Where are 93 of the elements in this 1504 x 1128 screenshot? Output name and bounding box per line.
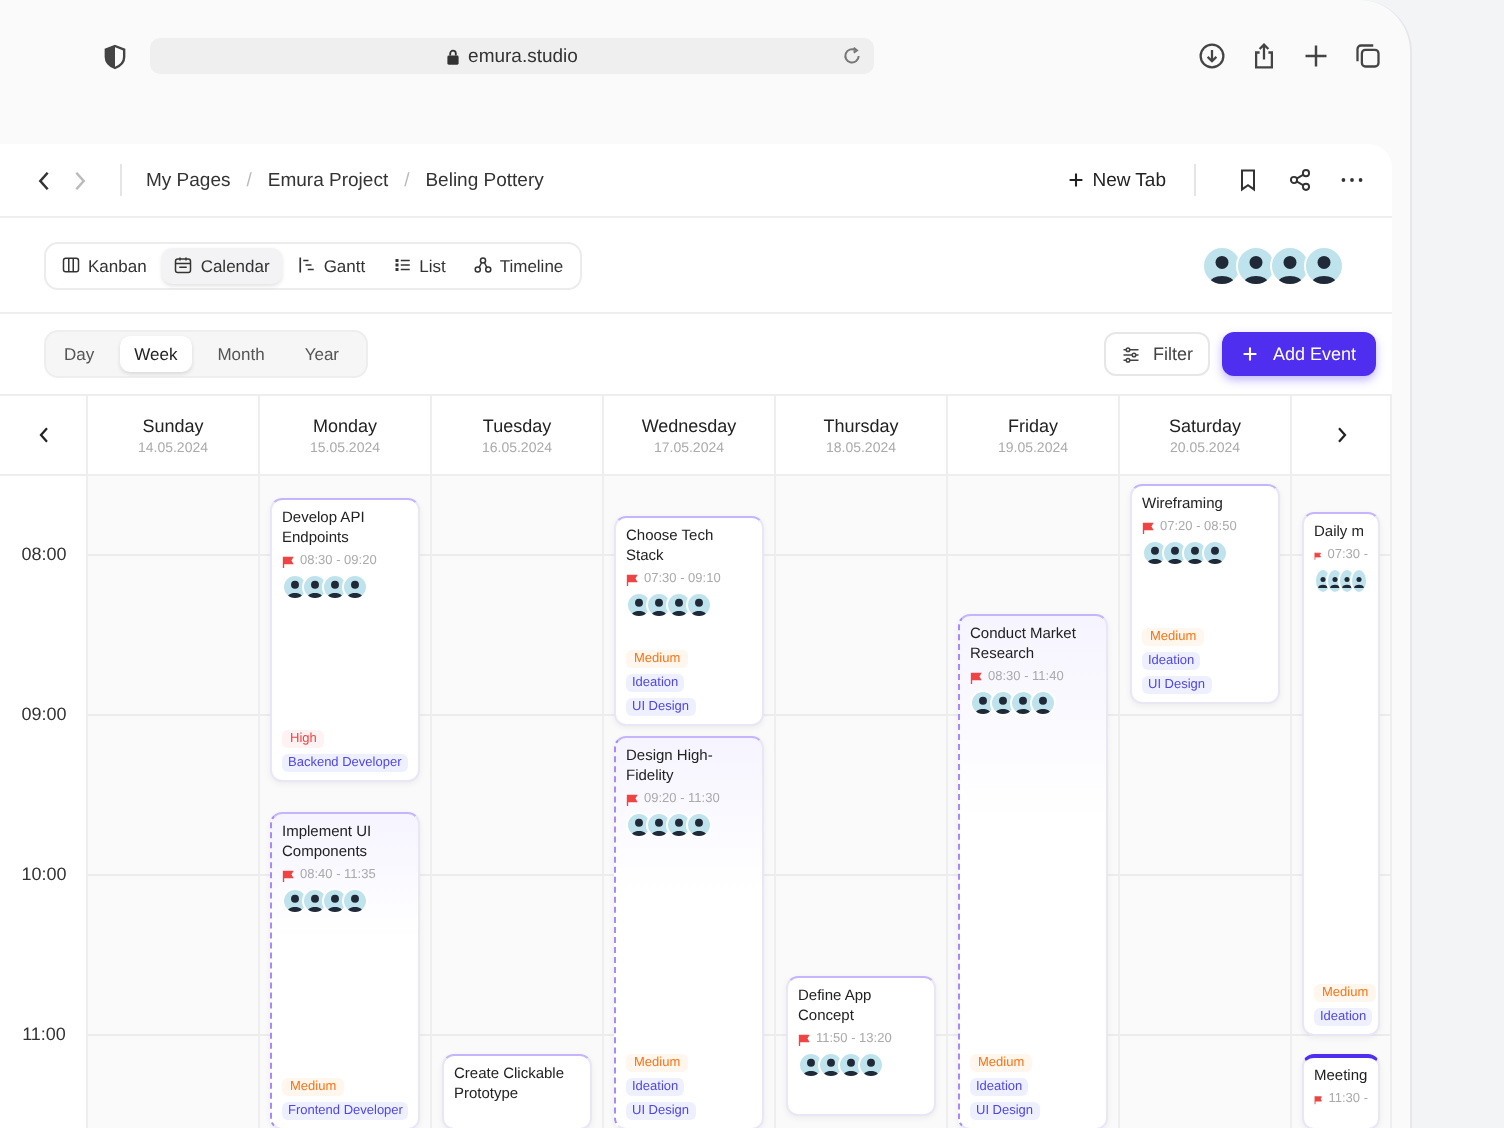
breadcrumb-separator: / <box>246 169 252 191</box>
avatar <box>282 888 308 914</box>
plus-icon <box>1242 346 1259 362</box>
avatar <box>686 812 712 838</box>
avatar <box>342 574 368 600</box>
day-name: Friday <box>1007 415 1058 435</box>
timeline-view-icon <box>473 256 492 274</box>
hour-label: 11:00 <box>20 1024 68 1044</box>
add-event-button[interactable]: Add Event <box>1222 332 1376 376</box>
filter-button[interactable]: Filter <box>1104 332 1211 376</box>
avatar <box>666 812 692 838</box>
avatar <box>1182 540 1208 566</box>
day-name: Monday <box>312 415 378 435</box>
day-name: Thursday <box>823 415 899 435</box>
back-icon[interactable] <box>36 169 52 191</box>
breadcrumb-link[interactable]: Emura Project <box>267 169 389 191</box>
gantt-view-icon <box>297 256 316 274</box>
breadcrumb-link[interactable]: My Pages <box>146 169 231 191</box>
reload-icon[interactable] <box>842 46 862 66</box>
shield-icon <box>104 43 126 69</box>
flag-icon <box>1314 1093 1323 1105</box>
avatar <box>798 1052 824 1078</box>
avatar <box>302 574 328 600</box>
breadcrumb-link[interactable]: Beling Pottery <box>425 169 544 191</box>
list-view-icon <box>393 256 412 274</box>
avatar <box>1202 540 1228 566</box>
url-text: emura.studio <box>468 45 578 67</box>
avatar <box>1314 568 1332 594</box>
flag-icon <box>1142 521 1154 533</box>
lock-icon <box>446 47 461 65</box>
avatar <box>666 592 692 618</box>
flag-icon <box>282 555 294 567</box>
plus-icon <box>1068 172 1085 188</box>
avatar <box>838 1052 864 1078</box>
range-tab[interactable]: Month <box>203 336 279 372</box>
avatar <box>1010 690 1036 716</box>
tabs-icon[interactable] <box>1354 42 1382 70</box>
view-tab[interactable]: Kanban <box>50 247 159 283</box>
sliders-icon <box>1122 345 1141 363</box>
flag-icon <box>798 1033 810 1045</box>
avatar <box>1270 245 1310 285</box>
download-icon[interactable] <box>1198 42 1226 70</box>
flag-icon <box>970 671 982 683</box>
day-name: Tuesday <box>482 415 552 435</box>
day-name: Saturday <box>1168 415 1242 435</box>
avatar <box>646 592 672 618</box>
avatar <box>858 1052 884 1078</box>
view-tab[interactable]: List <box>381 247 458 283</box>
view-tab[interactable]: Calendar <box>162 247 282 283</box>
day-name: Wednesday <box>641 415 737 435</box>
avatar <box>1142 540 1168 566</box>
day-name: Sunday <box>142 415 204 435</box>
avatar <box>1162 540 1188 566</box>
avatar <box>282 574 308 600</box>
avatar <box>322 888 348 914</box>
calendar-view-icon <box>174 256 193 274</box>
avatar <box>342 888 368 914</box>
view-tab[interactable]: Timeline <box>461 247 576 283</box>
range-tab[interactable]: Year <box>290 336 354 372</box>
avatar <box>686 592 712 618</box>
flag-icon <box>282 869 294 881</box>
breadcrumb-separator: / <box>404 169 410 191</box>
new-tab-button[interactable]: New Tab <box>1064 165 1170 195</box>
share-icon[interactable] <box>1288 168 1312 192</box>
avatar <box>626 592 652 618</box>
share-icon[interactable] <box>1250 42 1278 70</box>
hour-label: 09:00 <box>19 704 69 724</box>
range-tab[interactable]: Day <box>50 336 109 372</box>
next-week-icon[interactable] <box>1335 426 1347 444</box>
hour-label: 08:00 <box>19 544 69 564</box>
avatar <box>1202 245 1242 285</box>
previous-week-icon[interactable] <box>37 426 49 444</box>
avatar <box>970 690 996 716</box>
flag-icon <box>1314 549 1322 561</box>
plus-icon[interactable] <box>1302 42 1330 70</box>
avatar <box>818 1052 844 1078</box>
avatar <box>1304 245 1344 285</box>
avatar <box>322 574 348 600</box>
flag-icon <box>626 793 638 805</box>
avatar <box>1350 568 1368 594</box>
bookmark-icon[interactable] <box>1236 168 1260 192</box>
address-bar[interactable]: emura.studio <box>150 38 874 74</box>
range-tab[interactable]: Week <box>120 336 192 372</box>
avatar <box>1030 690 1056 716</box>
flag-icon <box>626 573 638 585</box>
avatar <box>302 888 328 914</box>
avatar <box>1236 245 1276 285</box>
avatar <box>626 812 652 838</box>
view-tab[interactable]: Gantt <box>285 247 378 283</box>
avatar <box>646 812 672 838</box>
kanban-view-icon <box>62 256 80 274</box>
avatar <box>990 690 1016 716</box>
hour-label: 10:00 <box>19 864 69 884</box>
